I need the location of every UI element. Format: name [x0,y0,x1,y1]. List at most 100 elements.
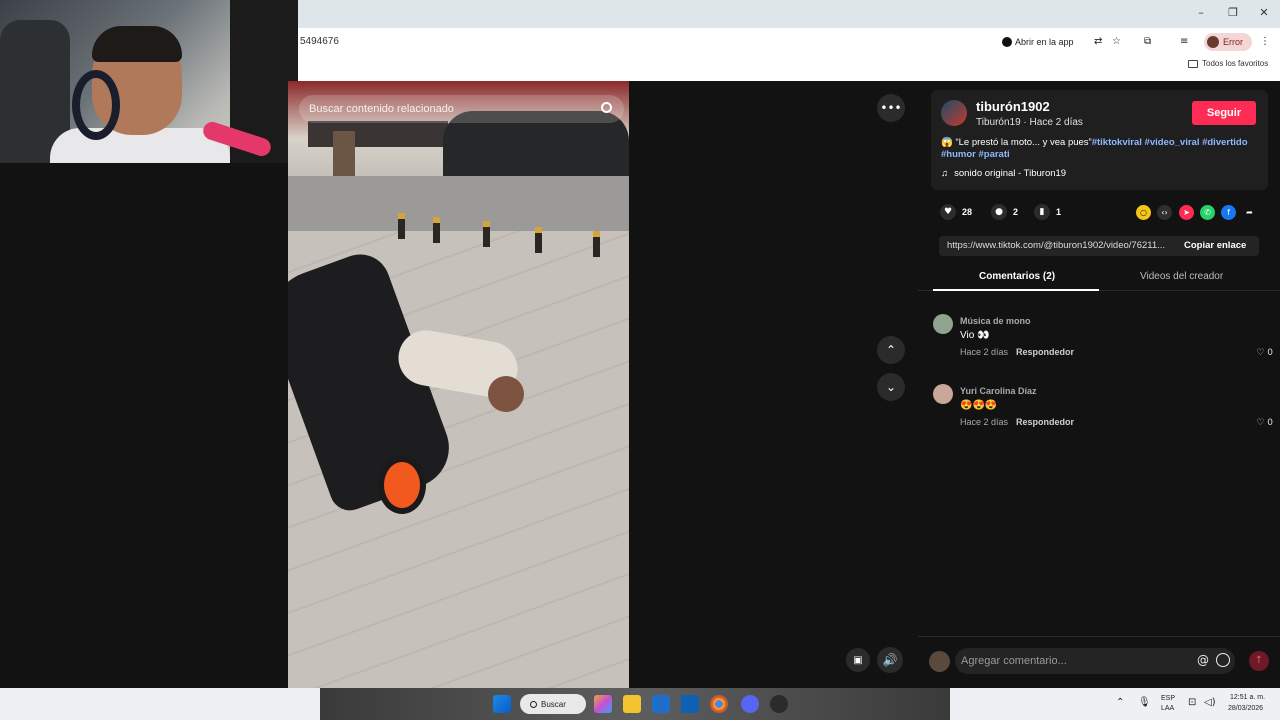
hashtag[interactable]: #divertido [1202,137,1247,148]
pip-icon[interactable]: ▣ [846,648,870,672]
share-link-box: https://www.tiktok.com/@tiburon1902/vide… [939,236,1259,256]
windows-taskbar: Buscar ⌃ 🎙 ESP LAA ⊡ ◁) 12:51 a. m. 28/0… [0,688,1280,720]
video-player[interactable] [288,81,629,688]
share-link-url[interactable]: https://www.tiktok.com/@tiburon1902/vide… [947,240,1175,251]
author-name[interactable]: tiburón1902 [976,99,1050,114]
active-tab-indicator [933,289,1099,291]
translate-icon[interactable]: ⇄ [1094,34,1102,50]
send-icon[interactable]: ➤ [1179,205,1194,220]
commenter-name[interactable]: Yuri Carolina Díaz [960,386,1037,396]
comment-icon: ● [991,204,1007,220]
clock-date[interactable]: 28/03/2026 [1228,705,1263,712]
reply-button[interactable]: Respondedor [1016,347,1074,357]
comment-like-button[interactable]: ♡ 0 [1256,348,1273,358]
minimize-icon[interactable]: – [1194,6,1208,20]
comment-input[interactable] [955,648,1235,674]
open-in-app-button[interactable]: Abrir en la app [1002,34,1074,50]
reply-button[interactable]: Respondedor [1016,417,1074,427]
mail-icon[interactable] [681,695,699,713]
comment-item: Música de mono Vio 👀 Hace 2 días Respond… [933,314,1273,364]
speaker-icon[interactable]: ◁) [1204,697,1216,708]
store-icon[interactable] [652,695,670,713]
tab-creator-videos[interactable]: Videos del creador [1140,271,1223,282]
next-video-button[interactable]: ⌄ [877,373,905,401]
related-search-input[interactable]: Buscar contenido relacionado [299,95,624,123]
microphone-icon[interactable]: 🎙 [1138,697,1151,708]
comment-time: Hace 2 días [960,417,1009,427]
obs-icon[interactable] [770,695,788,713]
discord-icon[interactable] [741,695,759,713]
profile-avatar [1207,36,1219,48]
music-note-icon: ♫ [941,168,949,179]
facebook-icon[interactable]: f [1221,205,1236,220]
tiktok-icon [1002,37,1012,47]
copy-link-button[interactable]: Copiar enlace [1184,240,1246,251]
emoji-icon[interactable] [1216,653,1230,667]
bookmark-star-icon[interactable]: ☆ [1112,34,1121,50]
comment-like-count: 0 [1267,348,1273,358]
coin-icon[interactable]: ○ [1136,205,1151,220]
comment-item: Yuri Carolina Díaz 😍😍😍 Hace 2 días Respo… [933,384,1273,434]
heart-icon: ♥ [940,204,956,220]
taskbar-search-label: Buscar [541,699,566,709]
hashtag[interactable]: #video_viral [1145,137,1200,148]
hashtag[interactable]: #humor [941,149,976,160]
address-bar[interactable]: 5494676 Abrir en la app ⇄ ☆ ⧉ ≡ Error ⋮ [298,30,1280,54]
music-link[interactable]: ♫ sonido original - Tiburon19 [941,168,1066,179]
user-avatar [929,651,950,672]
author-subtitle: Tiburón19 · Hace 2 días [976,117,1083,128]
windows-start-icon[interactable] [493,695,511,713]
tab-comments[interactable]: Comentarios (2) [979,271,1055,282]
commenter-name[interactable]: Música de mono [960,316,1031,326]
all-bookmarks-label: Todos los favoritos [1202,59,1269,68]
all-bookmarks-button[interactable]: Todos los favoritos [1188,59,1268,68]
network-icon[interactable]: ⊡ [1188,697,1196,708]
search-icon[interactable] [601,102,612,113]
extensions-icon[interactable]: ⧉ [1144,34,1151,50]
close-icon[interactable]: ✕ [1257,6,1271,20]
caption-text: “Le prestó la moto... y vea pues” [952,137,1092,148]
author-avatar[interactable] [941,100,967,126]
embed-icon[interactable]: ‹› [1157,205,1172,220]
clock-time[interactable]: 12:51 a. m. [1230,694,1265,701]
follow-button[interactable]: Seguir [1192,101,1256,125]
browser-chrome: – ❐ ✕ 5494676 Abrir en la app ⇄ ☆ ⧉ ≡ Er… [298,0,1280,81]
comment-time: Hace 2 días [960,347,1009,357]
like-button[interactable]: ♥ 28 [940,204,972,220]
copilot-icon[interactable] [594,695,612,713]
comment-text: 😍😍😍 [960,400,998,411]
post-comment-button[interactable]: ↑ [1249,651,1269,671]
restore-icon[interactable]: ❐ [1226,6,1240,20]
comment-like-button[interactable]: ♡ 0 [1256,418,1273,428]
more-options-button[interactable]: ••• [877,94,905,122]
url-text[interactable]: 5494676 [300,36,339,47]
menu-kebab-icon[interactable]: ⋮ [1260,34,1270,50]
hashtag[interactable]: #parati [978,149,1009,160]
previous-video-button[interactable]: ⌃ [877,336,905,364]
comment-text: Vio 👀 [960,330,990,341]
chrome-icon[interactable] [710,695,728,713]
bookmark-icon: ▮ [1034,204,1050,220]
taskbar-search[interactable]: Buscar [520,694,586,714]
comment-count: 2 [1013,207,1019,217]
tray-chevron-icon[interactable]: ⌃ [1116,697,1124,708]
hashtag[interactable]: #tiktokviral [1092,137,1142,148]
profile-chip[interactable]: Error [1204,33,1252,51]
commenter-avatar[interactable] [933,384,953,404]
comment-button[interactable]: ● 2 [991,204,1018,220]
volume-icon[interactable]: 🔊 [877,647,903,673]
commenter-avatar[interactable] [933,314,953,334]
save-button[interactable]: ▮ 1 [1034,204,1061,220]
mention-icon[interactable]: @ [1197,653,1209,667]
related-search-placeholder: Buscar contenido relacionado [309,103,454,115]
file-explorer-icon[interactable] [623,695,641,713]
media-control-icon[interactable]: ≡ [1180,34,1188,50]
whatsapp-icon[interactable]: ✆ [1200,205,1215,220]
webcam-overlay [0,0,298,163]
search-icon [530,700,537,708]
language-indicator[interactable]: ESP [1161,695,1175,702]
share-arrow-icon[interactable]: ➦ [1242,205,1257,220]
comment-like-count: 0 [1267,418,1273,428]
author-card: tiburón1902 Tiburón19 · Hace 2 días Segu… [931,90,1268,190]
language-sub-indicator: LAA [1161,705,1175,712]
